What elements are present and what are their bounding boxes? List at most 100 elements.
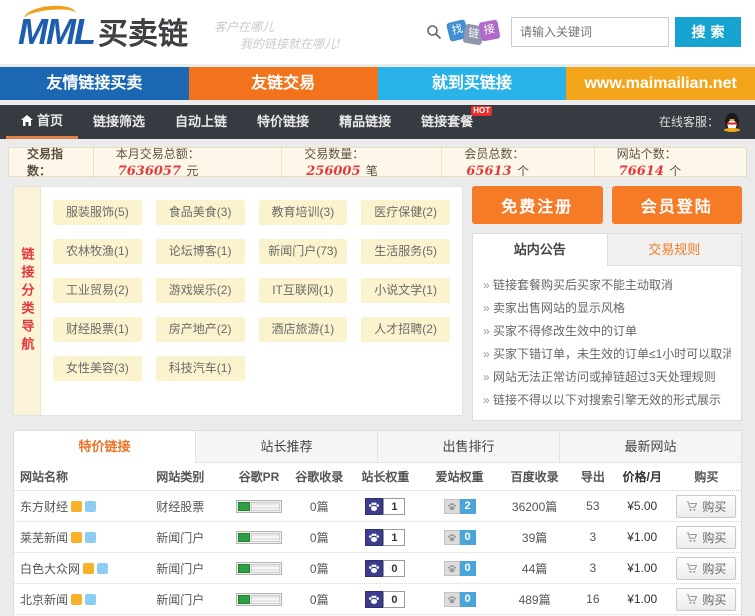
promo-banner: 友情链接买卖 友链交易 就到买链接 www.maimailian.net [0, 67, 755, 100]
category-item[interactable]: 小说文学(1) [361, 278, 450, 303]
verified-badge-blue-icon [97, 563, 108, 574]
buy-button[interactable]: 购买 [676, 557, 736, 580]
google-included: 0篇 [291, 529, 348, 546]
site-name-link[interactable]: 东方财经 [20, 498, 68, 515]
category-item[interactable]: 教育培训(3) [259, 200, 348, 225]
category-item[interactable]: 财经股票(1) [53, 317, 142, 342]
login-button[interactable]: 会员登陆 [612, 186, 743, 224]
stat-site-count: 网站个数：76614 个 [594, 145, 746, 179]
badge-jie-icon: 接 [478, 19, 500, 41]
category-item[interactable]: 人才招聘(2) [361, 317, 450, 342]
tab-site-announcements[interactable]: 站内公告 [473, 234, 608, 266]
tab-trade-rules[interactable]: 交易规则 [608, 234, 742, 266]
col-baidu-included: 百度收录 [496, 468, 573, 485]
category-grid: 服装服饰(5) 食品美食(3) 教育培训(3) 医疗保健(2) 农林牧渔(1) … [41, 187, 462, 415]
search-icon [426, 24, 442, 40]
category-item[interactable]: 工业贸易(2) [53, 278, 142, 303]
aizhan-weight-value: 0 [460, 561, 476, 576]
stat-member-count-value: 65613 [464, 164, 513, 179]
tab-special-links[interactable]: 特价链接 [14, 431, 195, 463]
notice-item[interactable]: 链接不得以以下对搜索引擎无效的形式展示 [483, 389, 731, 412]
site-category: 新闻门户 [156, 529, 227, 546]
stat-month-total-value: 7636057 [116, 164, 183, 179]
notice-list: 链接套餐购买后买家不能主动取消 卖家出售网站的显示风格 买家不得修改生效中的订单… [473, 266, 741, 420]
nav-premium-links[interactable]: 精品链接 [324, 105, 406, 139]
site-name-link[interactable]: 白色大众网 [20, 560, 80, 577]
price-per-month: ¥1.00 [613, 530, 672, 544]
trade-index-bar: 交易指数： 本月交易总额：7636057 元 交易数量：256005 笔 会员总… [8, 147, 747, 177]
category-item[interactable]: 医疗保健(2) [361, 200, 450, 225]
category-item[interactable]: 生活服务(5) [361, 239, 450, 264]
notice-item[interactable]: 卖家出售网站的显示风格 [483, 297, 731, 320]
notice-item[interactable]: 网站无法正常访问或掉链超过3天处理规则 [483, 366, 731, 389]
category-item[interactable]: 新闻门户(73) [259, 239, 348, 264]
banner-seg-buy-links[interactable]: 就到买链接 [378, 67, 567, 100]
buy-button[interactable]: 购买 [676, 526, 736, 549]
nav-home[interactable]: 首页 [6, 105, 78, 139]
tab-sales-ranking[interactable]: 出售排行 [377, 431, 559, 463]
category-side-label: 链接分类导航 [18, 247, 37, 355]
outlinks-count: 53 [573, 499, 613, 513]
category-item[interactable]: 游戏娱乐(2) [156, 278, 245, 303]
buy-button[interactable]: 购买 [676, 495, 736, 518]
cart-icon [686, 563, 698, 574]
chinaz-weight-value: 1 [383, 498, 405, 515]
category-item[interactable]: 酒店旅游(1) [259, 317, 348, 342]
verified-badge-orange-icon [71, 532, 82, 543]
col-category: 网站类别 [156, 468, 227, 485]
search-input[interactable] [511, 17, 669, 47]
site-category: 新闻门户 [156, 560, 227, 577]
notice-item[interactable]: 买家下错订单，未生效的订单≤1小时可以取消 [483, 343, 731, 366]
main-nav: 首页 链接筛选 自动上链 特价链接 精品链接 链接套餐 HOT 在线客服： [0, 105, 755, 139]
table-row: 北京新闻 新闻门户 0篇 0 0 489篇 16 ¥1.00 购买 [14, 584, 741, 615]
category-item[interactable]: IT互联网(1) [259, 278, 348, 303]
tagline: 客户在哪儿 我的链接就在哪儿! [214, 18, 341, 52]
category-item[interactable]: 论坛博客(1) [156, 239, 245, 264]
chinaz-weight-value: 1 [383, 529, 405, 546]
online-service[interactable]: 在线客服： [659, 105, 749, 139]
site-name-link[interactable]: 北京新闻 [20, 591, 68, 608]
register-button[interactable]: 免费注册 [472, 186, 603, 224]
price-per-month: ¥1.00 [613, 561, 672, 575]
site-header: MML 买卖链 客户在哪儿 我的链接就在哪儿! 找 链 接 搜索 [0, 0, 755, 64]
category-item[interactable]: 房产地产(2) [156, 317, 245, 342]
notice-item[interactable]: 链接套餐购买后买家不能主动取消 [483, 274, 731, 297]
chinaz-paw-icon [365, 591, 383, 608]
buy-button[interactable]: 购买 [676, 588, 736, 611]
banner-seg-domain[interactable]: www.maimailian.net [566, 67, 755, 100]
google-pr-bar-icon [236, 531, 282, 544]
chinaz-paw-icon [365, 560, 383, 577]
category-item[interactable]: 女性美容(3) [53, 356, 142, 381]
col-site-name: 网站名称 [20, 468, 156, 485]
banner-seg-friend-links[interactable]: 友情链接买卖 [0, 67, 189, 100]
site-name-link[interactable]: 莱芜新闻 [20, 529, 68, 546]
search-button[interactable]: 搜索 [675, 17, 741, 47]
cart-icon [686, 594, 698, 605]
tab-newest-sites[interactable]: 最新网站 [559, 431, 741, 463]
verified-badge-orange-icon [83, 563, 94, 574]
nav-link-filter[interactable]: 链接筛选 [78, 105, 160, 139]
baidu-included: 36200篇 [496, 498, 573, 515]
site-logo[interactable]: MML 买卖链 [18, 14, 188, 50]
category-item[interactable]: 科技汽车(1) [156, 356, 245, 381]
verified-badge-orange-icon [71, 594, 82, 605]
stat-trade-count: 交易数量：256005 笔 [281, 145, 441, 179]
cart-icon [686, 532, 698, 543]
category-item[interactable]: 食品美食(3) [156, 200, 245, 225]
nav-special-links[interactable]: 特价链接 [242, 105, 324, 139]
tab-webmaster-recommended[interactable]: 站长推荐 [195, 431, 377, 463]
qq-penguin-icon [723, 112, 741, 132]
nav-auto-link[interactable]: 自动上链 [160, 105, 242, 139]
col-aizhan-weight: 爱站权重 [423, 468, 496, 485]
nav-link-packages[interactable]: 链接套餐 HOT [406, 105, 488, 139]
category-item[interactable]: 农林牧渔(1) [53, 239, 142, 264]
verified-badge-blue-icon [85, 594, 96, 605]
category-item[interactable]: 服装服饰(5) [53, 200, 142, 225]
price-per-month: ¥1.00 [613, 592, 672, 606]
listing-tabs: 特价链接 站长推荐 出售排行 最新网站 [14, 431, 741, 463]
baidu-included: 44篇 [496, 560, 573, 577]
banner-seg-link-trade[interactable]: 友链交易 [189, 67, 378, 100]
table-row: 莱芜新闻 新闻门户 0篇 1 0 39篇 3 ¥1.00 购买 [14, 522, 741, 553]
outlinks-count: 3 [573, 530, 613, 544]
notice-item[interactable]: 买家不得修改生效中的订单 [483, 320, 731, 343]
